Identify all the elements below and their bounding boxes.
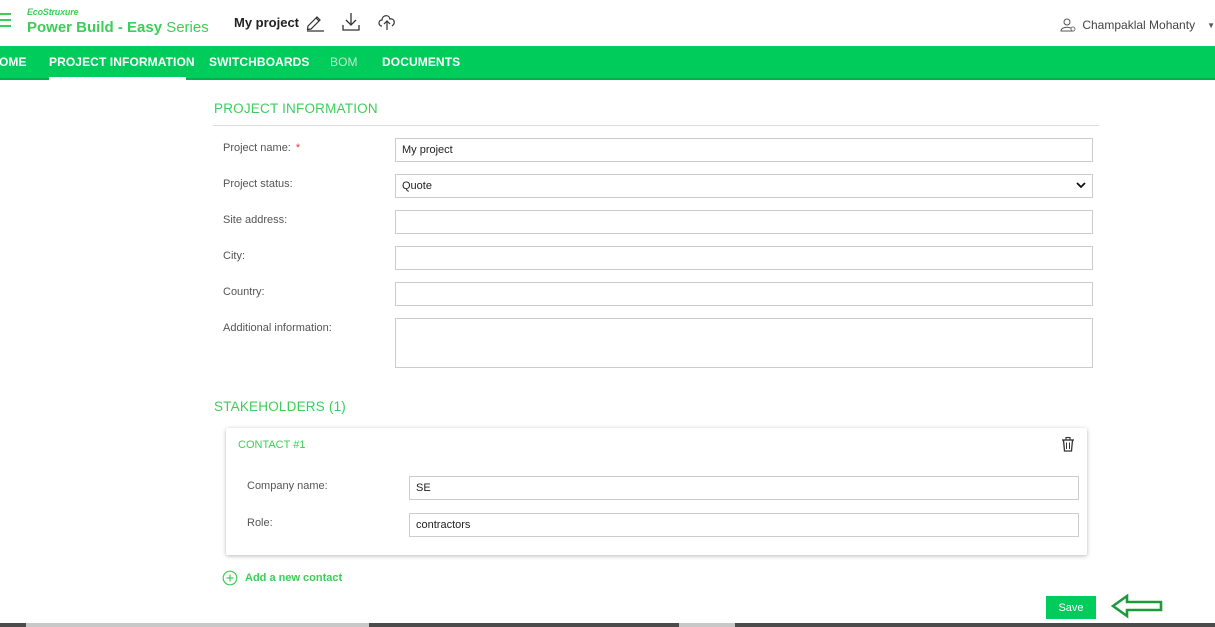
project-name-label: Project name: *: [223, 142, 300, 154]
brand-title-light: Series: [162, 19, 209, 36]
user-name: Champaklal Mohanty: [1082, 18, 1196, 32]
add-contact-label: Add a new contact: [245, 572, 343, 584]
company-name-label: Company name:: [247, 480, 328, 492]
chevron-down-icon: ▼: [1207, 20, 1215, 30]
company-name-input[interactable]: SE: [409, 476, 1079, 500]
user-menu[interactable]: Champaklal Mohanty ▼: [1060, 16, 1215, 34]
bottom-bar-segment: [26, 623, 369, 627]
role-input[interactable]: contractors: [409, 513, 1079, 537]
additional-information-label: Additional information:: [223, 322, 332, 334]
brand-ecostruxure: EcoStruxure: [27, 7, 79, 17]
user-icon: [1060, 18, 1076, 32]
save-button[interactable]: Save: [1046, 596, 1096, 619]
nav-documents[interactable]: DOCUMENTS: [382, 55, 460, 69]
country-input[interactable]: [395, 282, 1093, 306]
nav-switchboards[interactable]: SWITCHBOARDS: [209, 55, 310, 69]
nav-home[interactable]: OME: [0, 55, 27, 69]
project-information-title: PROJECT INFORMATION: [214, 101, 378, 116]
app-header: EcoStruxure Power Build - Easy Series My…: [0, 0, 1215, 46]
project-name-input[interactable]: My project: [395, 138, 1093, 162]
city-input[interactable]: [395, 246, 1093, 270]
project-name-label-text: Project name:: [223, 142, 291, 154]
nav-project-information[interactable]: PROJECT INFORMATION: [49, 55, 195, 69]
brand-title-bold: Power Build - Easy: [27, 19, 163, 36]
brand-title: Power Build - Easy Series: [27, 19, 209, 36]
project-status-value: Quote: [402, 180, 432, 192]
download-icon[interactable]: [340, 11, 362, 33]
project-status-select[interactable]: Quote: [395, 174, 1093, 198]
project-status-label: Project status:: [223, 178, 293, 190]
country-label: Country:: [223, 286, 265, 298]
section-divider: [213, 125, 1099, 126]
cloud-upload-icon[interactable]: [376, 11, 398, 33]
project-title: My project: [234, 15, 300, 30]
stakeholders-title: STAKEHOLDERS (1): [214, 399, 346, 414]
menu-icon[interactable]: [0, 13, 12, 27]
role-label: Role:: [247, 517, 273, 529]
add-contact-button[interactable]: Add a new contact: [222, 570, 342, 586]
chevron-down-icon: [1076, 180, 1086, 192]
contact-title: CONTACT #1: [238, 439, 306, 451]
site-address-label: Site address:: [223, 214, 288, 226]
edit-icon[interactable]: [304, 11, 326, 33]
nav-bom[interactable]: BOM: [330, 55, 358, 69]
city-label: City:: [223, 250, 245, 262]
arrow-left-icon: [1110, 593, 1163, 619]
site-address-input[interactable]: [395, 210, 1093, 234]
bottom-scrollbar: [0, 623, 1215, 627]
main-nav: OME PROJECT INFORMATION SWITCHBOARDS BOM…: [0, 46, 1215, 80]
required-marker: *: [295, 142, 301, 154]
trash-icon[interactable]: [1060, 436, 1076, 452]
nav-active-indicator: [49, 77, 186, 80]
additional-information-textarea[interactable]: [395, 318, 1093, 368]
bottom-bar-segment: [679, 623, 735, 627]
add-circle-icon: [222, 570, 238, 586]
